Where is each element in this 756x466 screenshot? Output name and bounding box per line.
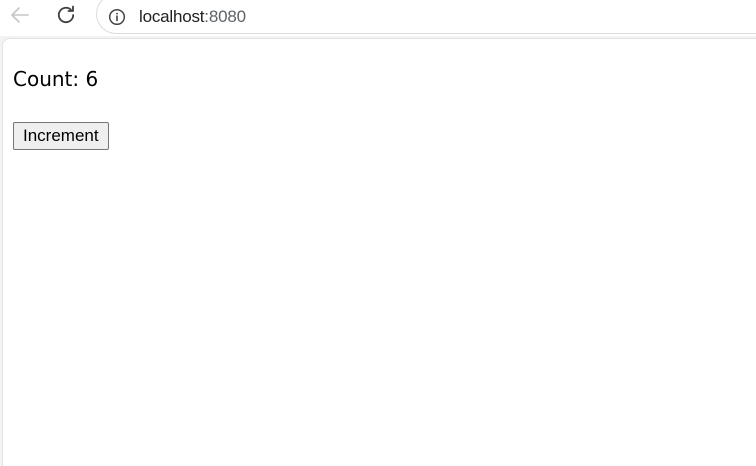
reload-icon [57,5,75,24]
count-label: Count: [13,67,86,91]
count-display: Count: 6 [13,67,98,91]
url-port: :8080 [204,7,246,26]
browser-window: localhost:8080 Count: 6 Increment [0,0,756,466]
reload-button[interactable] [50,0,82,30]
increment-button[interactable]: Increment [13,122,109,150]
info-circle-icon[interactable] [107,7,127,27]
page-viewport: Count: 6 Increment [2,38,756,466]
url-text: localhost:8080 [139,7,246,27]
url-host: localhost [139,7,205,26]
back-button[interactable] [4,0,36,30]
browser-toolbar: localhost:8080 [0,0,756,36]
count-value: 6 [85,67,99,91]
address-bar[interactable]: localhost:8080 [96,0,756,34]
arrow-left-icon [11,7,29,23]
